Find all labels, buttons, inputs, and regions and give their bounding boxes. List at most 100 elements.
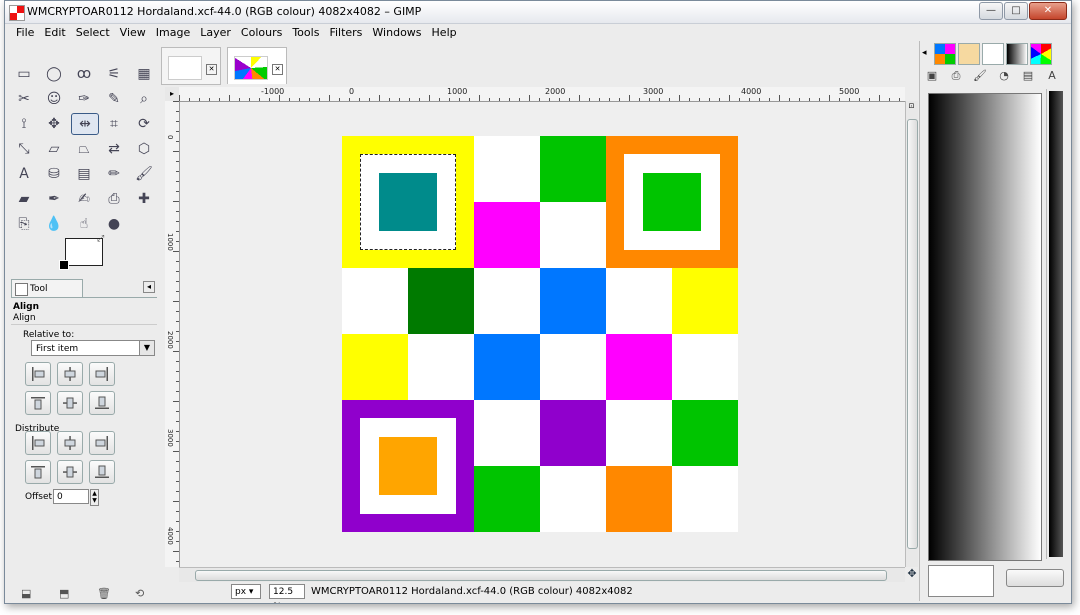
- scale-icon[interactable]: ⤡: [11, 138, 37, 160]
- colors-icon[interactable]: ◔: [994, 67, 1014, 85]
- bucket-fill-icon[interactable]: ⛁: [41, 163, 67, 185]
- menu-file[interactable]: File: [11, 24, 39, 42]
- image-tab-blank[interactable]: ✕: [161, 47, 221, 85]
- zoom-select[interactable]: 12.5 % ▾: [269, 584, 305, 603]
- paintbrush-icon[interactable]: 🖌: [131, 163, 157, 185]
- align-center-button[interactable]: [57, 362, 83, 386]
- menu-select[interactable]: Select: [71, 24, 115, 42]
- quick-mask-toggle-icon[interactable]: ▸: [165, 87, 180, 102]
- save-options-icon[interactable]: ⬓: [21, 587, 35, 600]
- fuzzy-select-icon[interactable]: ⚟: [101, 63, 127, 85]
- menu-view[interactable]: View: [115, 24, 151, 42]
- text-icon[interactable]: A: [11, 163, 37, 185]
- crop-icon[interactable]: ⌗: [101, 113, 127, 135]
- tab-tool-options[interactable]: Tool Options: [11, 279, 83, 312]
- fonts-icon[interactable]: A: [1042, 67, 1062, 85]
- image-viewport[interactable]: [180, 102, 905, 568]
- tab-brushes[interactable]: [958, 43, 980, 65]
- scissors-icon[interactable]: ✂: [11, 88, 37, 110]
- vertical-scrollbar[interactable]: ⊡: [905, 101, 918, 567]
- maximize-button[interactable]: □: [1004, 2, 1028, 20]
- close-tab-icon[interactable]: ✕: [206, 64, 217, 75]
- ellipse-select-icon[interactable]: ◯: [41, 63, 67, 85]
- align-middle-button[interactable]: [57, 391, 83, 415]
- align-bottom-button[interactable]: [89, 391, 115, 415]
- select-by-color-icon[interactable]: ▦: [131, 63, 157, 85]
- rotate-icon[interactable]: ⟳: [131, 113, 157, 135]
- navigate-icon[interactable]: ✥: [906, 568, 918, 580]
- menu-windows[interactable]: Windows: [367, 24, 426, 42]
- dock-left-arrow-icon[interactable]: ◂: [922, 43, 932, 63]
- dodge-burn-icon[interactable]: ●: [101, 213, 127, 235]
- distribute-middle-button[interactable]: [57, 460, 83, 484]
- rect-select-icon[interactable]: ▭: [11, 63, 37, 85]
- scroll-thumb[interactable]: [907, 119, 918, 549]
- distribute-top-button[interactable]: [25, 460, 51, 484]
- paths-icon[interactable]: ✑: [71, 88, 97, 110]
- close-button[interactable]: ✕: [1029, 2, 1067, 20]
- edit-brush-button[interactable]: [1006, 569, 1064, 587]
- menu-filters[interactable]: Filters: [324, 24, 367, 42]
- brush-icon[interactable]: 🖌: [970, 67, 990, 85]
- heal-icon[interactable]: ✚: [131, 188, 157, 210]
- dock-menu-icon[interactable]: ◂: [143, 281, 155, 293]
- menu-image[interactable]: Image: [151, 24, 195, 42]
- clone-icon[interactable]: ⎙: [101, 188, 127, 210]
- brush-preview[interactable]: [928, 565, 994, 597]
- align-top-button[interactable]: [25, 391, 51, 415]
- minimize-button[interactable]: —: [979, 2, 1003, 20]
- eraser-icon[interactable]: ▰: [11, 188, 37, 210]
- blur-icon[interactable]: 💧: [41, 213, 67, 235]
- tab-palettes[interactable]: [1030, 43, 1052, 65]
- distribute-center-button[interactable]: [57, 431, 83, 455]
- align-right-button[interactable]: [89, 362, 115, 386]
- image-canvas[interactable]: [342, 136, 738, 532]
- smudge-icon[interactable]: ☝: [71, 213, 97, 235]
- swap-colors-icon[interactable]: ⤢: [97, 234, 104, 244]
- distribute-bottom-button[interactable]: [89, 460, 115, 484]
- foreground-select-icon[interactable]: ☺: [41, 88, 67, 110]
- tab-patterns[interactable]: [934, 43, 956, 65]
- menu-edit[interactable]: Edit: [39, 24, 70, 42]
- horizontal-scrollbar[interactable]: [179, 567, 905, 582]
- perspective-icon[interactable]: ⏢: [71, 138, 97, 160]
- menu-layer[interactable]: Layer: [195, 24, 236, 42]
- move-icon[interactable]: ✥: [41, 113, 67, 135]
- fg-bg-colors[interactable]: ⤢: [59, 234, 109, 272]
- free-select-icon[interactable]: ꝏ: [71, 63, 97, 85]
- offset-field[interactable]: 0: [53, 489, 89, 504]
- tab-gradients[interactable]: [1006, 43, 1028, 65]
- relative-to-select[interactable]: First item ▼: [31, 340, 155, 356]
- close-tab-icon[interactable]: ✕: [272, 64, 283, 75]
- shear-icon[interactable]: ▱: [41, 138, 67, 160]
- align-icon[interactable]: ⇹: [71, 113, 99, 135]
- default-colors-icon[interactable]: [59, 260, 69, 270]
- restore-options-icon[interactable]: ⬒: [59, 587, 73, 600]
- gradient-icon[interactable]: ▤: [1018, 67, 1038, 85]
- blend-icon[interactable]: ▤: [71, 163, 97, 185]
- scroll-thumb[interactable]: [195, 570, 887, 581]
- menu-tools[interactable]: Tools: [287, 24, 324, 42]
- channels-icon[interactable]: ⎙: [946, 67, 966, 85]
- menu-help[interactable]: Help: [427, 24, 462, 42]
- unit-select[interactable]: px ▾: [231, 584, 261, 599]
- perspective-clone-icon[interactable]: ⎘: [11, 213, 37, 235]
- offset-spinner[interactable]: ▲ ▼: [90, 489, 99, 506]
- flip-icon[interactable]: ⇄: [101, 138, 127, 160]
- tab-tool-presets[interactable]: [982, 43, 1004, 65]
- delete-options-icon[interactable]: 🗑: [97, 587, 111, 600]
- zoom-fit-icon[interactable]: ⊡: [907, 102, 916, 111]
- distribute-left-button[interactable]: [25, 431, 51, 455]
- cage-icon[interactable]: ⬡: [131, 138, 157, 160]
- layers-icon[interactable]: ▣: [922, 67, 942, 85]
- ink-icon[interactable]: ✍: [71, 188, 97, 210]
- pencil-icon[interactable]: ✏: [101, 163, 127, 185]
- measure-icon[interactable]: ⟟: [11, 113, 37, 135]
- menu-colours[interactable]: Colours: [236, 24, 287, 42]
- color-picker-icon[interactable]: ✎: [101, 88, 127, 110]
- image-tab-active[interactable]: ✕: [227, 47, 287, 84]
- distribute-right-button[interactable]: [89, 431, 115, 455]
- align-left-button[interactable]: [25, 362, 51, 386]
- gradient-preview[interactable]: [928, 93, 1042, 561]
- airbrush-icon[interactable]: ✒: [41, 188, 67, 210]
